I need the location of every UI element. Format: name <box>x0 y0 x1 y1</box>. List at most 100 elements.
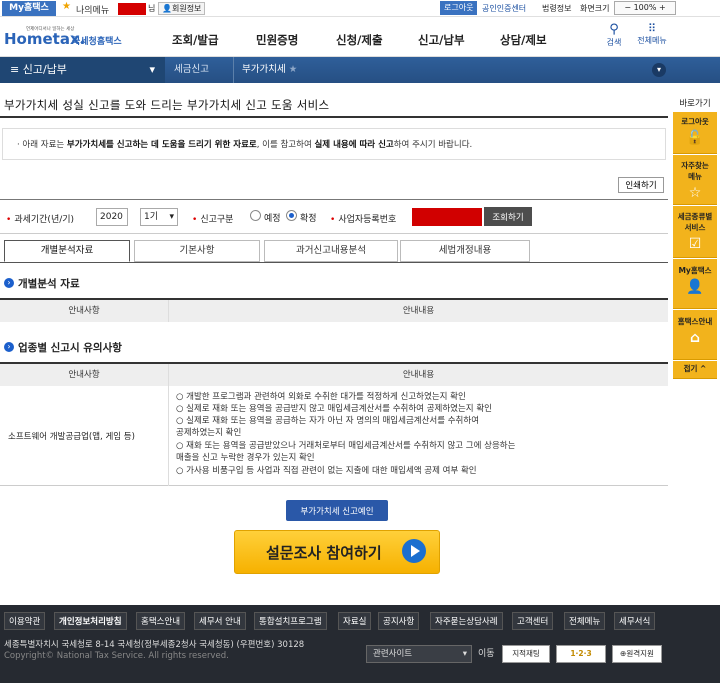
logout-button[interactable]: 로그아웃 <box>440 1 478 15</box>
notice-box: · 아래 자료는 부가가치세를 신고하는 데 도움을 드리기 위한 자료로, 이… <box>2 128 666 160</box>
person-icon: 👤 <box>686 279 704 295</box>
select-caret-icon: ▾ <box>169 212 174 222</box>
footer-all-menu[interactable]: 전체메뉴 <box>564 612 606 630</box>
tab-basic-info[interactable]: 기본사항 <box>134 240 260 262</box>
quick-guide[interactable]: 홈택스안내 ⌂ <box>673 310 717 360</box>
my-menu-link[interactable]: 나의메뉴 <box>76 3 109 16</box>
breadcrumb-level1[interactable]: 세금신고 <box>166 57 234 83</box>
nav-application[interactable]: 신청/제출 <box>336 32 383 48</box>
quick-logout-label: 로그아웃 <box>681 117 709 126</box>
remote-support-badge[interactable]: ⊕원격지원 <box>612 645 662 663</box>
prelim-radio[interactable] <box>250 210 261 221</box>
footer-guide[interactable]: 홈택스안내 <box>136 612 186 630</box>
nav-filing[interactable]: 신고/납부 <box>418 32 465 48</box>
survey-label: 설문조사 참여하기 <box>266 544 382 562</box>
industry-name: 소프트웨어 개발공급업(앱, 게임 등) <box>8 432 135 442</box>
prelim-label: 예정 <box>264 214 281 224</box>
quick-frequent-menu[interactable]: 자주찾는 메뉴 ☆ <box>673 155 717 205</box>
page-title: 부가가치세 성실 신고를 도와 드리는 부가가치세 신고 도움 서비스 <box>4 98 330 112</box>
tab-individual-analysis[interactable]: 개별분석자료 <box>4 240 130 262</box>
footer-privacy[interactable]: 개인정보처리방침 <box>54 612 127 630</box>
type-label: 신고구분 <box>192 212 233 225</box>
quick-frequent-label: 자주찾는 메뉴 <box>681 161 709 181</box>
footer-badge[interactable]: 지적재팅 <box>502 645 550 663</box>
search-button[interactable]: ⚲ 검색 <box>604 22 624 48</box>
quick-collapse[interactable]: 접기 ^ <box>673 361 717 379</box>
guide-item: ○ 개발한 프로그램과 관련하여 외화로 수취한 대가를 적정하게 신고하였는지… <box>176 392 466 402</box>
screen-size-label: 화면크기 <box>580 4 610 13</box>
section2-col1: 안내사항 <box>0 364 168 386</box>
footer-badge-logo[interactable]: 1·2·3 <box>556 645 606 663</box>
guide-item: 공제하였는지 확인 <box>176 428 242 438</box>
biz-number-label: 사업자등록번호 <box>330 212 396 225</box>
go-button[interactable]: 이동 <box>478 646 495 659</box>
redacted-username <box>118 3 146 15</box>
notice-bold-1: 부가가치세를 신고하는 데 도움을 드리기 위한 자료로 <box>66 140 257 150</box>
tab-past-analysis[interactable]: 과거신고내용분석 <box>264 240 398 262</box>
related-site-label: 관련사이트 <box>373 649 413 659</box>
guide-item: ○ 재화 또는 용역을 공급받았으나 거래처로부터 매입세금계산서를 수취하지 … <box>176 441 516 451</box>
favorite-star-icon[interactable]: ★ <box>289 64 298 75</box>
expand-icon[interactable]: ▾ <box>652 63 666 77</box>
search-label: 검색 <box>606 38 622 47</box>
section2-table-header: 안내사항 안내내용 <box>0 362 668 386</box>
footer-address: 세종특별자치시 국세청로 8-14 국세청(정부세종2청사 국세청동) (우편번… <box>4 640 305 650</box>
nav-consult[interactable]: 상담/제보 <box>500 32 547 48</box>
honorific: 님 <box>148 4 156 13</box>
period-label: 과세기간(년/기) <box>6 212 74 225</box>
footer-install[interactable]: 통합설치프로그램 <box>254 612 327 630</box>
member-info-button[interactable]: 👤회원정보 <box>158 2 206 15</box>
footer-customer[interactable]: 고객센터 <box>512 612 554 630</box>
all-menu-button[interactable]: ⠿ 전체메뉴 <box>634 22 670 46</box>
section1-title: 개별분석 자료 <box>18 278 80 290</box>
footer-terms[interactable]: 이용약관 <box>4 612 46 630</box>
breadcrumb-level2[interactable]: 부가가치세 ★ <box>236 57 316 83</box>
inquiry-button[interactable]: 조회하기 <box>484 207 532 226</box>
quick-my-hometax[interactable]: My홈택스 👤 <box>673 259 717 309</box>
menu-dropdown[interactable]: ≡ 신고/납부 ▾ <box>0 57 165 83</box>
vat-help-button[interactable]: 부가가치세 신고예인 <box>286 500 388 521</box>
law-info-link[interactable]: 법령정보 <box>542 3 571 14</box>
guide-item: ○ 실제로 재화 또는 용역을 공급받지 않고 매입세금계산서를 수취하여 공제… <box>176 404 492 414</box>
quick-logout[interactable]: 로그아웃 🔓 <box>673 112 717 154</box>
hamburger-icon: ≡ <box>10 63 23 76</box>
footer-library[interactable]: 자료실 <box>338 612 372 630</box>
tab-tax-law-changes[interactable]: 세법개정내용 <box>400 240 530 262</box>
section-bullet-icon: › <box>4 342 14 352</box>
notice-mid: , 이를 참고하여 <box>256 140 315 150</box>
zoom-value: 100% <box>633 3 657 12</box>
remote-support-label: 원격지원 <box>626 649 654 658</box>
footer-copyright: Copyright© National Tax Service. All rig… <box>4 651 229 661</box>
search-icon: ⚲ <box>609 22 619 37</box>
guide-item: ○ 가사용 비품구입 등 사업과 직접 관련이 없는 지출에 대한 매입세액 공… <box>176 466 477 476</box>
section-bullet-icon: › <box>4 278 14 288</box>
nav-inquiry[interactable]: 조회/발급 <box>172 32 219 48</box>
footer-office[interactable]: 세무서 안내 <box>194 612 246 630</box>
logo-korean: 국세청홈택스 <box>72 35 122 47</box>
biz-number-input-redacted[interactable] <box>412 208 482 226</box>
print-button[interactable]: 인쇄하기 <box>618 177 664 193</box>
user-icon: 👤 <box>162 4 172 13</box>
cert-center-link[interactable]: 공인인증센터 <box>482 3 526 14</box>
footer-faq[interactable]: 자주묻는상담사례 <box>430 612 503 630</box>
guide-item: ○ 실제로 재화 또는 용역을 공급하는 자가 아닌 자 명의의 매입세금계산서… <box>176 416 480 426</box>
my-hometax-button[interactable]: My홈택스 <box>2 1 56 16</box>
quick-tax-service[interactable]: 세금종류별 서비스 ☑ <box>673 206 717 258</box>
guide-icon: ⌂ <box>689 330 701 346</box>
term-select[interactable]: 1기 ▾ <box>140 208 178 226</box>
nav-certificate[interactable]: 민원증명 <box>256 32 298 48</box>
related-site-select[interactable]: 관련사이트 ▾ <box>366 645 472 663</box>
zoom-control[interactable]: − 100% + <box>614 1 676 15</box>
quick-menu-title: 바로가기 <box>679 99 711 109</box>
footer-forms[interactable]: 세무서식 <box>614 612 656 630</box>
final-label: 확정 <box>300 214 317 224</box>
hometax-logo[interactable]: 언제어디서나 일하는 세상 Hometax. 국세청홈택스 <box>4 24 130 50</box>
star-outline-icon: ☆ <box>688 185 702 201</box>
quick-my-label: My홈택스 <box>678 266 712 275</box>
member-info-label: 회원정보 <box>171 4 202 13</box>
final-radio[interactable] <box>286 210 297 221</box>
section1-col1: 안내사항 <box>0 300 168 322</box>
year-input[interactable]: 2020 <box>96 208 128 226</box>
term-value: 1기 <box>144 212 159 222</box>
footer-notice[interactable]: 공지사항 <box>378 612 420 630</box>
